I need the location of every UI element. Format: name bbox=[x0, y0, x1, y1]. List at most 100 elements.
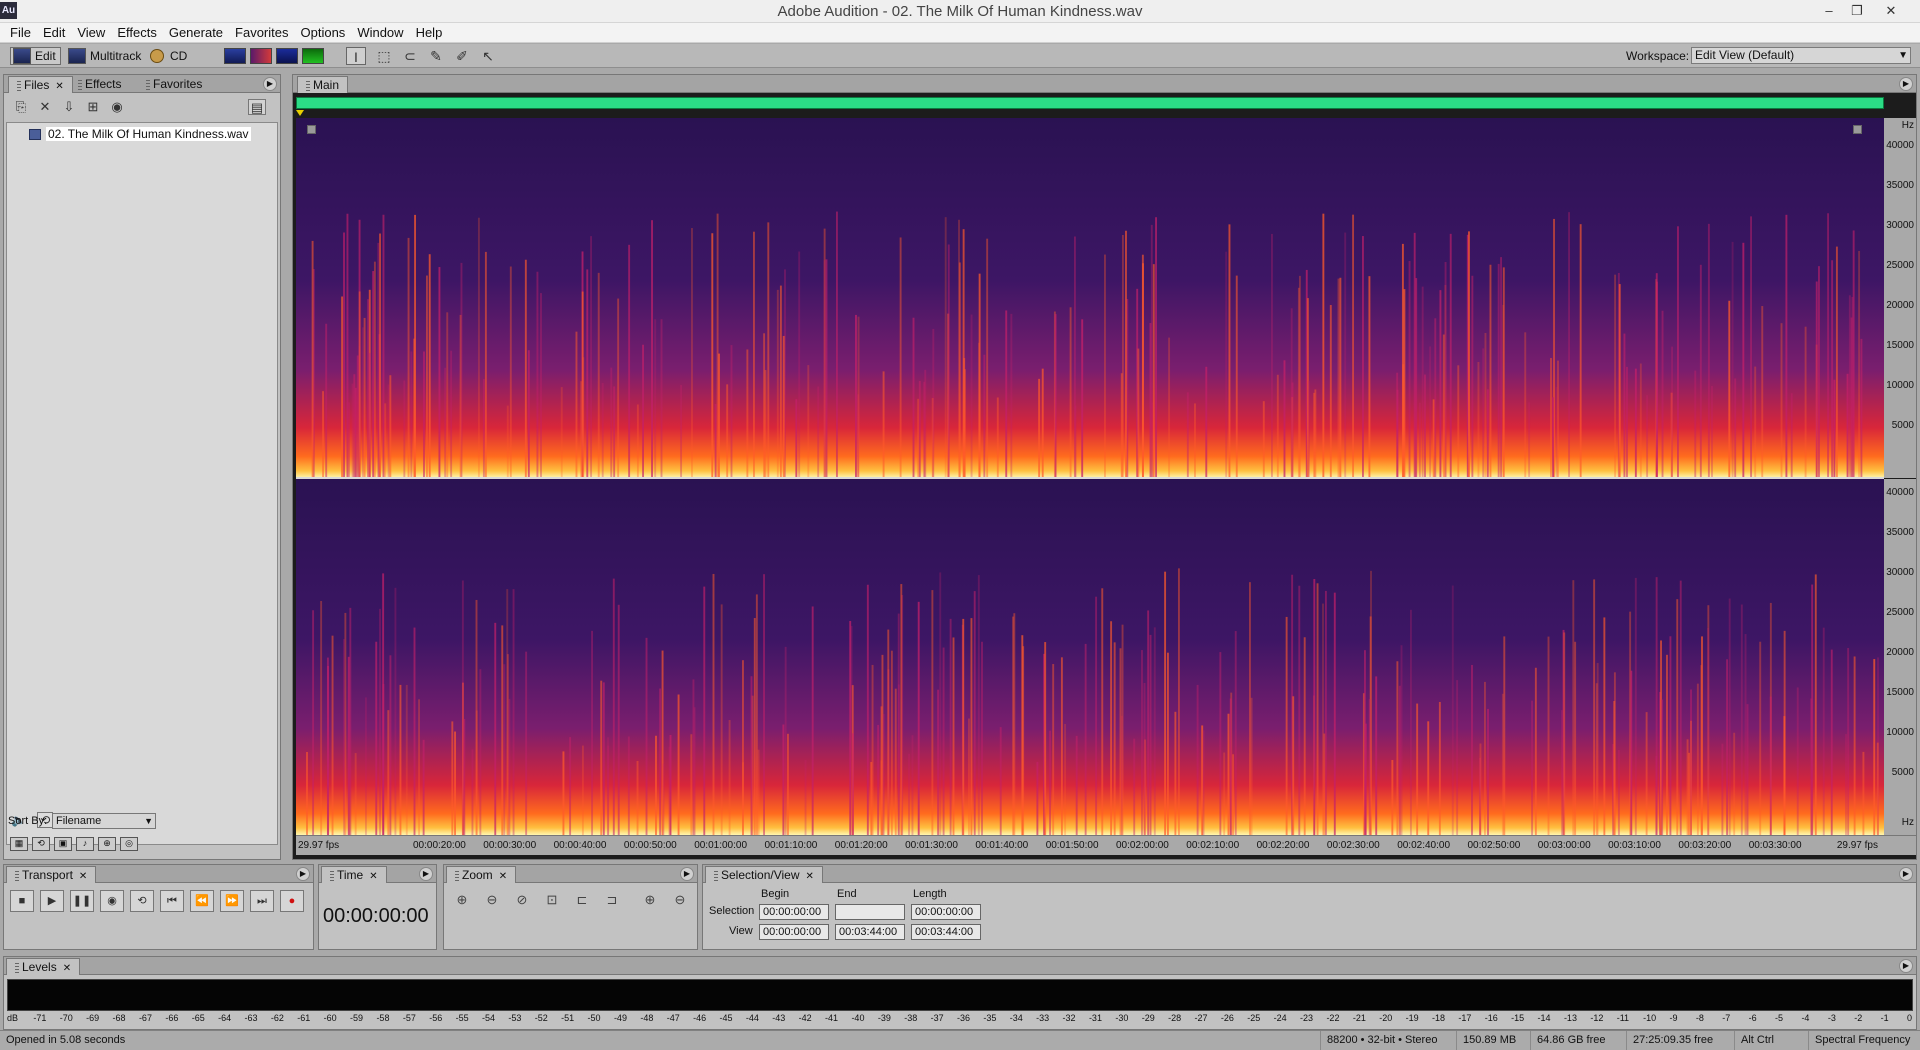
spectral-streak bbox=[1333, 592, 1336, 835]
cd-view-button[interactable]: CD bbox=[150, 47, 187, 65]
rewind-button[interactable]: ⏪ bbox=[190, 890, 214, 912]
play-from-cursor-button[interactable]: ◉ bbox=[100, 890, 124, 912]
minimize-button[interactable]: – bbox=[1818, 2, 1840, 19]
pause-button[interactable]: ❚❚ bbox=[70, 890, 94, 912]
filter-video-icon[interactable]: ▣ bbox=[54, 837, 72, 851]
time-selection-tool-icon[interactable]: I bbox=[346, 47, 366, 65]
selection-end-field[interactable] bbox=[835, 904, 905, 920]
menu-view[interactable]: View bbox=[71, 25, 111, 40]
menu-help[interactable]: Help bbox=[410, 25, 449, 40]
tab-zoom[interactable]: Zoom ✕ bbox=[446, 866, 517, 883]
view-end-field[interactable]: 00:03:44:00 bbox=[835, 924, 905, 940]
list-item[interactable]: 02. The Milk Of Human Kindness.wav bbox=[29, 127, 251, 141]
import-file-icon[interactable]: ⇩ bbox=[60, 99, 78, 115]
waveform-view-icon[interactable] bbox=[224, 48, 246, 64]
zoom-to-selection-icon[interactable]: ⊡ bbox=[542, 892, 562, 910]
edit-file-icon[interactable]: ◉ bbox=[108, 99, 126, 115]
filter-loop-icon[interactable]: ⟲ bbox=[32, 837, 50, 851]
stop-button[interactable]: ■ bbox=[10, 890, 34, 912]
panel-menu-icon[interactable]: ▶ bbox=[419, 867, 433, 881]
edit-view-button[interactable]: Edit bbox=[10, 47, 61, 65]
playhead-marker-icon[interactable] bbox=[296, 110, 304, 116]
fade-out-handle-icon[interactable] bbox=[1853, 125, 1862, 134]
selection-length-field[interactable]: 00:00:00:00 bbox=[911, 904, 981, 920]
scrub-tool-icon[interactable]: ↖ bbox=[478, 47, 498, 65]
fast-forward-button[interactable]: ⏩ bbox=[220, 890, 244, 912]
marquee-selection-tool-icon[interactable]: ⬚ bbox=[374, 47, 394, 65]
selection-begin-field[interactable]: 00:00:00:00 bbox=[759, 904, 829, 920]
close-icon[interactable]: ✕ bbox=[369, 871, 377, 882]
brush-selection-tool-icon[interactable]: ✎ bbox=[426, 47, 446, 65]
insert-multitrack-icon[interactable]: ⊞ bbox=[84, 99, 102, 115]
zoom-right-edge-icon[interactable]: ⊐ bbox=[602, 892, 622, 910]
go-to-end-button[interactable]: ⏭ bbox=[250, 890, 274, 912]
sort-by-select[interactable]: Filename ▼ bbox=[52, 813, 156, 829]
panel-menu-icon[interactable]: ▶ bbox=[296, 867, 310, 881]
menu-file[interactable]: File bbox=[4, 25, 37, 40]
spectral-streak bbox=[1742, 242, 1745, 479]
zoom-out-horizontal-icon[interactable]: ⊖ bbox=[482, 892, 502, 910]
menu-effects[interactable]: Effects bbox=[111, 25, 163, 40]
view-length-field[interactable]: 00:03:44:00 bbox=[911, 924, 981, 940]
spectral-streak bbox=[506, 405, 509, 478]
workspace-select[interactable]: Edit View (Default) ▼ bbox=[1691, 47, 1911, 64]
menu-favorites[interactable]: Favorites bbox=[229, 25, 294, 40]
spectral-pan-view-icon[interactable] bbox=[276, 48, 298, 64]
view-begin-field[interactable]: 00:00:00:00 bbox=[759, 924, 829, 940]
record-button[interactable]: ● bbox=[280, 890, 304, 912]
tab-main[interactable]: Main bbox=[297, 76, 349, 93]
fade-in-handle-icon[interactable] bbox=[307, 125, 316, 134]
filter-cd-icon[interactable]: ◎ bbox=[120, 837, 138, 851]
open-file-icon[interactable]: ⎘ bbox=[12, 99, 30, 115]
close-icon[interactable]: ✕ bbox=[79, 871, 87, 882]
menu-options[interactable]: Options bbox=[295, 25, 352, 40]
spectral-display-left-channel[interactable] bbox=[296, 118, 1884, 479]
go-to-start-button[interactable]: ⏮ bbox=[160, 890, 184, 912]
filter-session-icon[interactable]: ⊕ bbox=[98, 837, 116, 851]
close-button[interactable]: ✕ bbox=[1880, 2, 1902, 19]
filter-audio-icon[interactable]: ▦ bbox=[10, 837, 28, 851]
time-ruler[interactable]: 29.97 fps 29.97 fps 00:00:20:00 00:00:30:… bbox=[296, 835, 1916, 855]
play-button[interactable]: ▶ bbox=[40, 890, 64, 912]
restore-button[interactable]: ❐ bbox=[1846, 2, 1868, 19]
menu-generate[interactable]: Generate bbox=[163, 25, 229, 40]
spectral-phase-view-icon[interactable] bbox=[302, 48, 324, 64]
close-file-icon[interactable]: ✕ bbox=[36, 99, 54, 115]
lasso-tool-icon[interactable]: ⊂ bbox=[400, 47, 420, 65]
zoom-out-vertical-icon[interactable]: ⊖ bbox=[670, 892, 690, 910]
panel-menu-icon[interactable]: ▶ bbox=[1899, 867, 1913, 881]
close-icon[interactable]: ✕ bbox=[63, 963, 71, 974]
spectral-streak bbox=[677, 694, 680, 835]
zoom-left-edge-icon[interactable]: ⊏ bbox=[572, 892, 592, 910]
close-icon[interactable]: ✕ bbox=[499, 871, 507, 882]
show-options-icon[interactable]: ▤ bbox=[248, 99, 266, 115]
loop-button[interactable]: ⟲ bbox=[130, 890, 154, 912]
panel-menu-icon[interactable]: ▶ bbox=[1899, 77, 1913, 91]
tab-selection-view[interactable]: Selection/View ✕ bbox=[705, 866, 823, 883]
tab-favorites[interactable]: Favorites bbox=[138, 76, 210, 93]
spot-healing-brush-icon[interactable]: ✐ bbox=[452, 47, 472, 65]
close-icon[interactable]: ✕ bbox=[806, 871, 814, 882]
panel-menu-icon[interactable]: ▶ bbox=[263, 77, 277, 91]
zoom-in-horizontal-icon[interactable]: ⊕ bbox=[452, 892, 472, 910]
transport-tabs: Transport ✕ ▶ bbox=[4, 865, 313, 883]
waveform-overview-bar[interactable] bbox=[296, 97, 1884, 109]
menu-edit[interactable]: Edit bbox=[37, 25, 71, 40]
menu-window[interactable]: Window bbox=[351, 25, 409, 40]
spectral-display-right-channel[interactable] bbox=[296, 479, 1884, 835]
tab-time[interactable]: Time ✕ bbox=[321, 866, 387, 883]
tab-files[interactable]: Files ✕ bbox=[8, 76, 73, 93]
tab-transport[interactable]: Transport ✕ bbox=[6, 866, 97, 883]
spectral-streak bbox=[835, 211, 838, 479]
spectral-frequency-view-icon[interactable] bbox=[250, 48, 272, 64]
multitrack-view-button[interactable]: Multitrack bbox=[68, 47, 141, 65]
spectral-streak bbox=[1750, 216, 1753, 478]
panel-menu-icon[interactable]: ▶ bbox=[1899, 959, 1913, 973]
filter-midi-icon[interactable]: ♪ bbox=[76, 837, 94, 851]
zoom-in-vertical-icon[interactable]: ⊕ bbox=[640, 892, 660, 910]
zoom-out-full-icon[interactable]: ⊘ bbox=[512, 892, 532, 910]
panel-menu-icon[interactable]: ▶ bbox=[680, 867, 694, 881]
tab-effects[interactable]: Effects bbox=[70, 76, 129, 93]
tab-levels[interactable]: Levels ✕ bbox=[6, 958, 81, 975]
close-icon[interactable]: ✕ bbox=[55, 81, 63, 92]
